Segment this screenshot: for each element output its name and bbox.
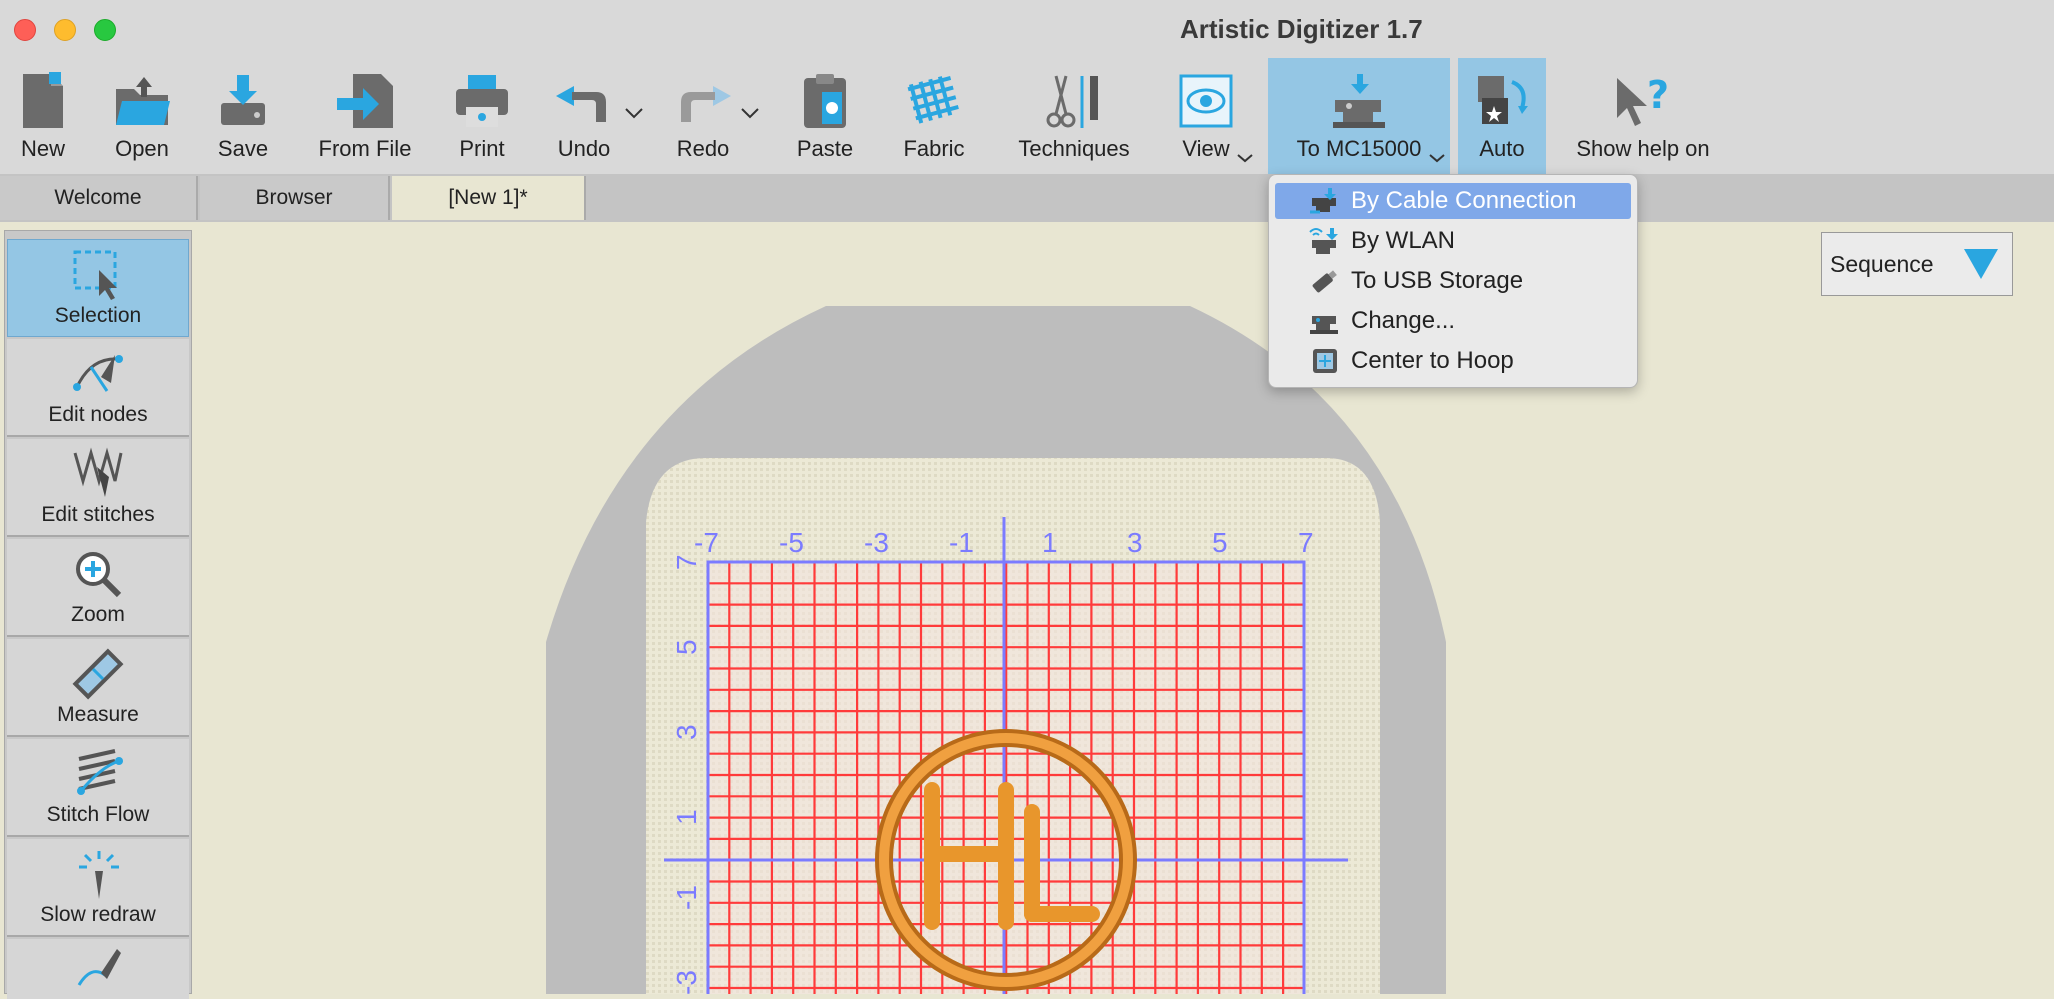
dropdown-triangle-icon	[1964, 249, 1998, 279]
design-canvas[interactable]: -7 -5 -3 -1 1 3 5 7 7 5 3 1 -1 -3 HL	[196, 222, 2054, 994]
design-letters: HL	[196, 222, 198, 223]
usb-stick-icon	[1307, 265, 1343, 297]
more-tools-item[interactable]	[7, 939, 189, 999]
sewing-machine-icon	[1327, 68, 1391, 134]
menu-item-to-usb[interactable]: To USB Storage	[1275, 263, 1631, 299]
redo-dropdown-chevron-icon[interactable]	[740, 106, 760, 124]
menu-item-by-cable[interactable]: By Cable Connection	[1275, 183, 1631, 219]
undo-button[interactable]: Undo	[552, 58, 616, 174]
x-ruler-label: 1	[1042, 527, 1058, 558]
wlan-machine-icon	[1307, 225, 1343, 257]
close-window-button[interactable]	[14, 19, 36, 41]
zoom-tool[interactable]: Zoom	[7, 539, 189, 637]
document-tabs: Welcome Browser [New 1]*	[0, 174, 2054, 222]
scissors-needle-icon	[1042, 68, 1106, 134]
selection-marquee-icon	[68, 246, 128, 304]
needle-path-icon	[68, 945, 128, 999]
y-ruler-label: 7	[671, 554, 702, 570]
y-ruler-label: -3	[671, 970, 702, 994]
to-machine-dropdown-chevron-icon[interactable]	[1428, 150, 1446, 168]
techniques-button[interactable]: Techniques	[1010, 58, 1138, 174]
svg-text:?: ?	[1647, 73, 1669, 117]
y-ruler-label: -1	[671, 885, 702, 910]
measure-tool[interactable]: Measure	[7, 639, 189, 737]
hoop-workspace: -7 -5 -3 -1 1 3 5 7 7 5 3 1 -1 -3 HL	[196, 222, 1446, 994]
left-tool-panel: Selection Edit nodes Edit stitches Zoom …	[4, 230, 192, 999]
x-ruler-label: -7	[694, 527, 719, 558]
stitch-flow-tool[interactable]: Stitch Flow	[7, 739, 189, 837]
view-button[interactable]: View	[1176, 58, 1236, 174]
save-icon	[211, 68, 275, 134]
edit-nodes-tool[interactable]: Edit nodes	[7, 339, 189, 437]
machine-change-icon	[1307, 305, 1343, 337]
zoom-window-button[interactable]	[94, 19, 116, 41]
slow-redraw-tool[interactable]: Slow redraw	[7, 839, 189, 937]
tab-new-1[interactable]: [New 1]*	[392, 176, 584, 220]
x-ruler-label: 5	[1212, 527, 1228, 558]
x-ruler-label: 3	[1127, 527, 1143, 558]
to-machine-menu: By Cable Connection By WLAN To USB Stora…	[1268, 174, 1638, 388]
from-file-button[interactable]: From File	[310, 58, 420, 174]
y-ruler-label: 1	[671, 809, 702, 825]
new-button[interactable]: New	[10, 58, 76, 174]
fabric-mesh-icon	[902, 68, 966, 134]
redo-button[interactable]: Redo	[670, 58, 736, 174]
print-button[interactable]: Print	[450, 58, 514, 174]
magnifier-icon	[68, 545, 128, 603]
x-ruler-label: 7	[1298, 527, 1314, 558]
to-machine-button[interactable]: To MC15000	[1268, 58, 1450, 174]
paste-button[interactable]: Paste	[792, 58, 858, 174]
edit-stitches-tool[interactable]: Edit stitches	[7, 439, 189, 537]
printer-icon	[450, 68, 514, 134]
x-ruler-label: -5	[779, 527, 804, 558]
view-dropdown-chevron-icon[interactable]	[1236, 150, 1254, 168]
open-folder-icon	[110, 68, 174, 134]
new-document-icon	[11, 68, 75, 134]
redo-arrow-icon	[671, 68, 735, 134]
y-ruler-label: 3	[671, 724, 702, 740]
sequence-dropdown[interactable]: Sequence	[1821, 232, 2013, 296]
open-button[interactable]: Open	[104, 58, 180, 174]
selection-tool[interactable]: Selection	[7, 239, 189, 337]
menu-item-by-wlan[interactable]: By WLAN	[1275, 223, 1631, 259]
show-help-button[interactable]: ? Show help on	[1570, 58, 1716, 174]
menu-item-change[interactable]: Change...	[1275, 303, 1631, 339]
toolbar: New Open Save From File Print Undo Redo …	[0, 58, 2054, 174]
menu-item-center-to-hoop[interactable]: Center to Hoop	[1275, 343, 1631, 379]
help-pointer-icon: ?	[1611, 68, 1675, 134]
save-button[interactable]: Save	[210, 58, 276, 174]
auto-transfer-icon	[1470, 68, 1534, 134]
x-ruler-label: -1	[949, 527, 974, 558]
undo-arrow-icon	[552, 68, 616, 134]
ruler-measure-icon	[68, 645, 128, 703]
edit-stitches-icon	[68, 445, 128, 503]
undo-dropdown-chevron-icon[interactable]	[624, 106, 644, 124]
import-file-icon	[333, 68, 397, 134]
window-title: Artistic Digitizer 1.7	[1180, 14, 1423, 44]
fabric-button[interactable]: Fabric	[896, 58, 972, 174]
clipboard-icon	[793, 68, 857, 134]
title-bar: Artistic Digitizer 1.7	[0, 0, 2054, 58]
cable-machine-icon	[1307, 185, 1343, 217]
eye-icon	[1174, 68, 1238, 134]
tab-welcome[interactable]: Welcome	[0, 176, 198, 220]
tab-browser[interactable]: Browser	[200, 176, 390, 220]
center-hoop-icon	[1307, 345, 1343, 377]
slow-redraw-icon	[68, 845, 128, 903]
x-ruler-label: -3	[864, 527, 889, 558]
minimize-window-button[interactable]	[54, 19, 76, 41]
stitch-flow-icon	[68, 745, 128, 803]
edit-nodes-icon	[68, 345, 128, 403]
y-ruler-label: 5	[671, 639, 702, 655]
auto-button[interactable]: Auto	[1458, 58, 1546, 174]
